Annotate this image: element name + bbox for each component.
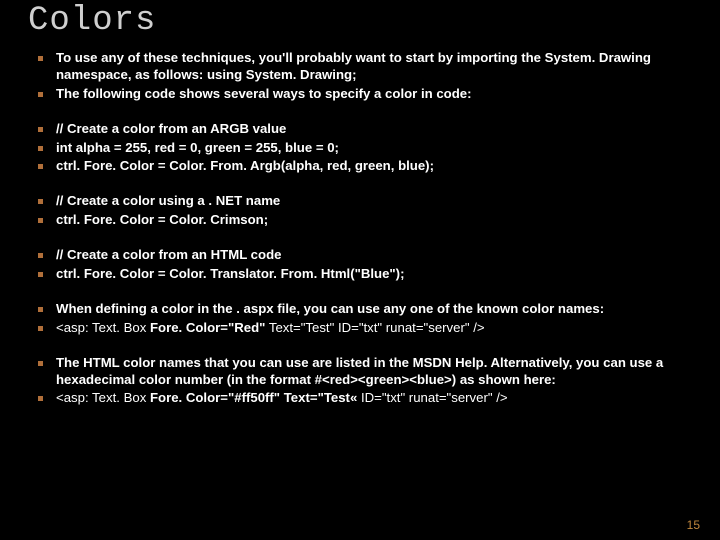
bullet-item: <asp: Text. Box Fore. Color="#ff50ff" Te… <box>28 390 692 407</box>
code-text: <asp: Text. Box <box>56 390 150 405</box>
bullet-list: // Create a color from an ARGB value int… <box>28 121 692 176</box>
bullet-item: When defining a color in the . aspx file… <box>28 301 692 318</box>
bullet-item: // Create a color using a . NET name <box>28 193 692 210</box>
bullet-list: // Create a color from an HTML code ctrl… <box>28 247 692 283</box>
code-text: <asp: Text. Box <box>56 320 150 335</box>
bullet-item: // Create a color from an ARGB value <box>28 121 692 138</box>
bullet-item: // Create a color from an HTML code <box>28 247 692 264</box>
bullet-item: To use any of these techniques, you'll p… <box>28 50 692 84</box>
page-number: 15 <box>687 518 700 532</box>
code-text: Text="Test" ID="txt" runat="server" /> <box>265 320 484 335</box>
bullet-list: When defining a color in the . aspx file… <box>28 301 692 337</box>
bullet-list: // Create a color using a . NET name ctr… <box>28 193 692 229</box>
code-text: ID="txt" runat="server" /> <box>357 390 507 405</box>
code-bold: Fore. Color="#ff50ff" Text="Test« <box>150 390 357 405</box>
slide: Colors To use any of these techniques, y… <box>0 2 720 540</box>
bullet-item: The following code shows several ways to… <box>28 86 692 103</box>
bullet-item: The HTML color names that you can use ar… <box>28 355 692 389</box>
bullet-list: To use any of these techniques, you'll p… <box>28 50 692 103</box>
code-bold: Fore. Color="Red" <box>150 320 265 335</box>
bullet-item: <asp: Text. Box Fore. Color="Red" Text="… <box>28 320 692 337</box>
bullet-item: ctrl. Fore. Color = Color. Translator. F… <box>28 266 692 283</box>
bullet-item: ctrl. Fore. Color = Color. From. Argb(al… <box>28 158 692 175</box>
bullet-item: int alpha = 255, red = 0, green = 255, b… <box>28 140 692 157</box>
bullet-list: The HTML color names that you can use ar… <box>28 355 692 408</box>
bullet-item: ctrl. Fore. Color = Color. Crimson; <box>28 212 692 229</box>
slide-title: Colors <box>28 2 692 40</box>
